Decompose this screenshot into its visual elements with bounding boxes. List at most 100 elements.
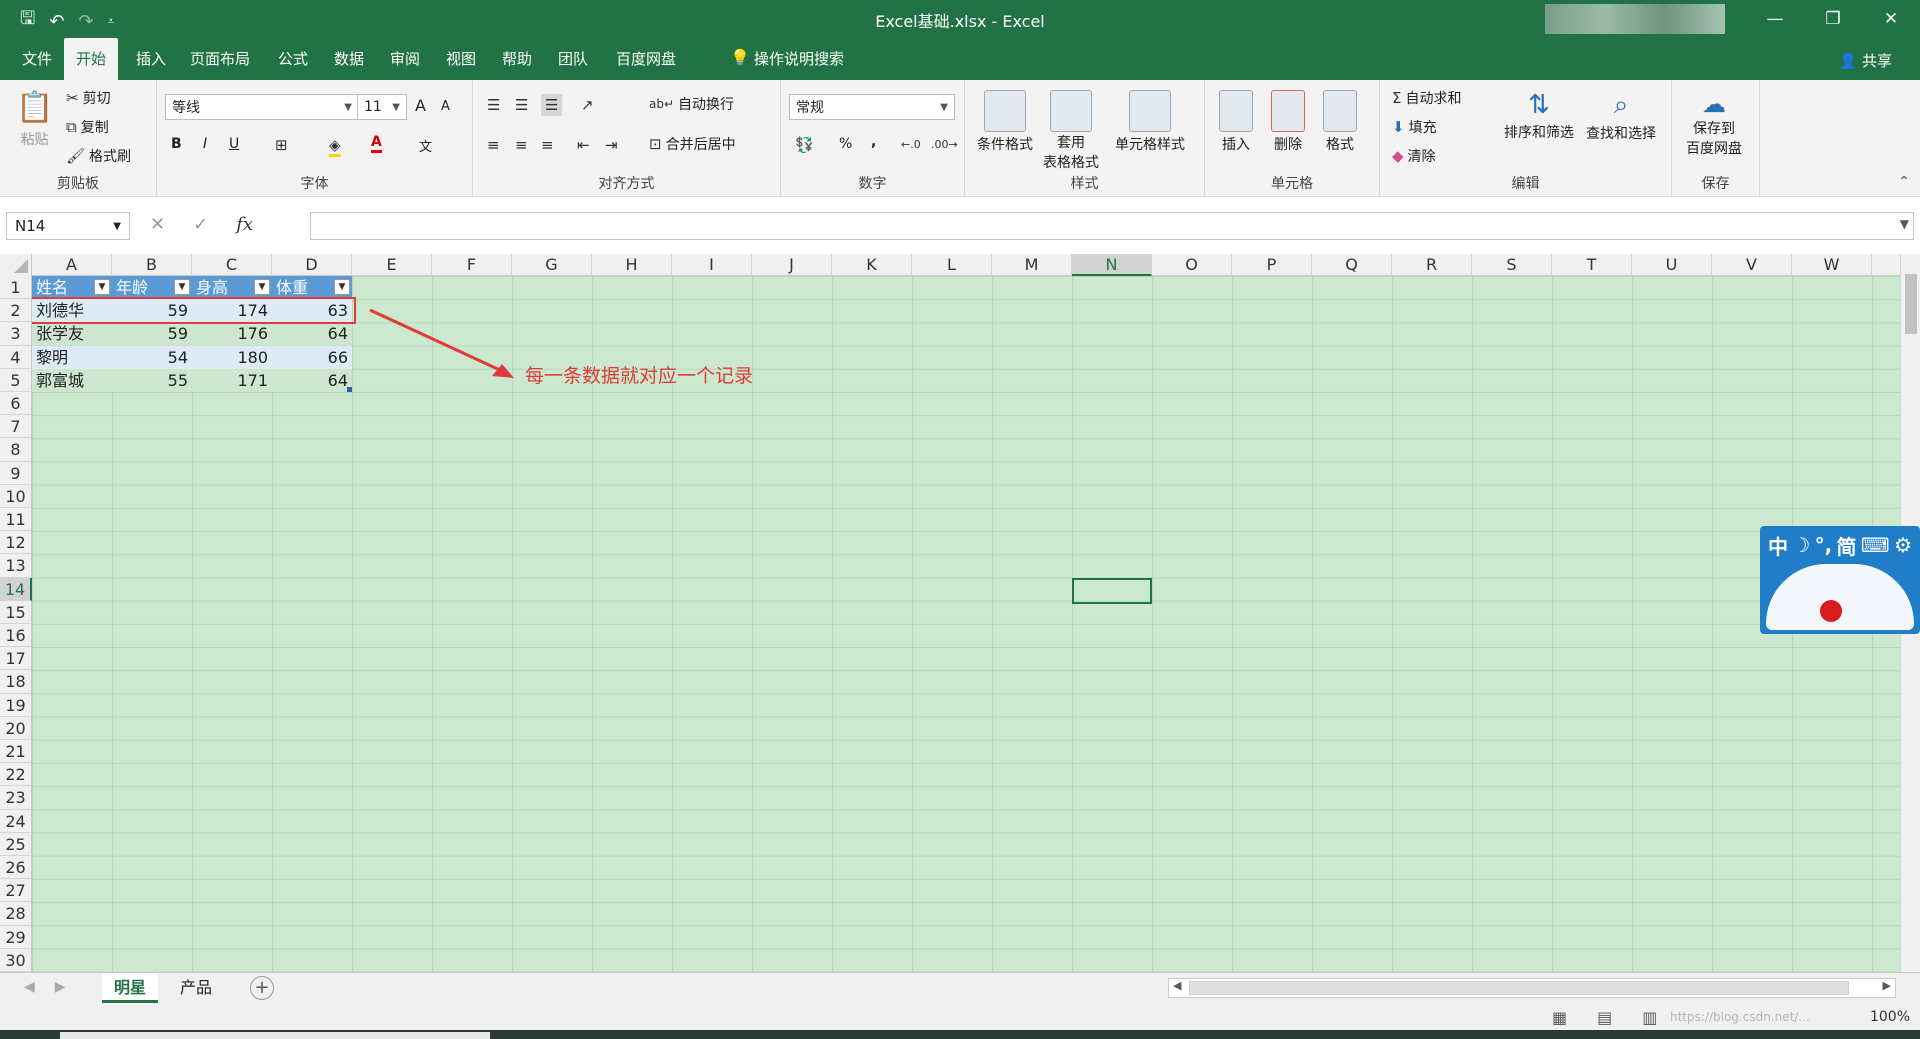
fill-button[interactable]: ⬇ 填充 [1392, 117, 1437, 137]
row-header[interactable]: 21 [0, 740, 32, 764]
row-header[interactable]: 9 [0, 461, 32, 485]
autosum-button[interactable]: Σ 自动求和 [1392, 88, 1461, 108]
tab-6[interactable]: 审阅 [378, 38, 432, 80]
row-header[interactable]: 7 [0, 415, 32, 439]
row-header[interactable]: 14 [0, 577, 32, 601]
filter-dropdown-icon[interactable]: ▼ [334, 279, 350, 295]
table-cell[interactable]: 176 [192, 322, 272, 345]
row-header[interactable]: 2 [0, 299, 32, 323]
decrease-decimal-button[interactable]: .00→ [931, 138, 958, 151]
column-header[interactable]: Q [1312, 254, 1392, 276]
format-cells-button[interactable]: 格式 [1323, 90, 1357, 154]
format-as-table-button[interactable]: 套用 表格格式 [1043, 90, 1099, 172]
select-all-corner[interactable] [0, 254, 32, 276]
row-header[interactable]: 5 [0, 368, 32, 392]
borders-button[interactable]: ⊞ [275, 136, 288, 154]
find-select-button[interactable]: ⌕ 查找和选择 [1586, 90, 1656, 143]
filter-dropdown-icon[interactable]: ▼ [94, 279, 110, 295]
wrap-text-button[interactable]: ab↵ 自动换行 [649, 94, 734, 114]
phonetic-button[interactable]: 文 [419, 136, 432, 155]
row-header[interactable]: 27 [0, 879, 32, 903]
table-cell[interactable]: 54 [112, 346, 192, 369]
align-bottom-button[interactable]: ☰ [541, 94, 563, 116]
sheet-tab[interactable]: 产品 [168, 973, 224, 1003]
row-header[interactable]: 16 [0, 624, 32, 648]
sheet-tab[interactable]: 明星 [102, 973, 159, 1003]
increase-decimal-button[interactable]: ←.0 [901, 138, 921, 151]
column-header[interactable]: T [1552, 254, 1632, 276]
prev-sheet-icon[interactable]: ◀ [24, 979, 35, 995]
collapse-ribbon-icon[interactable]: ⌃ [1898, 174, 1910, 190]
number-format-dropdown[interactable]: 常规 ▼ [789, 94, 955, 120]
table-header-cell[interactable]: 体重 ▼ [272, 276, 352, 299]
column-header[interactable]: P [1232, 254, 1312, 276]
table-header-cell[interactable]: 年龄 ▼ [112, 276, 192, 299]
row-header[interactable]: 10 [0, 484, 32, 508]
column-header[interactable]: V [1712, 254, 1792, 276]
name-box[interactable]: N14 ▼ [6, 212, 130, 240]
format-painter-button[interactable]: 🖌 格式刷 [66, 146, 131, 166]
font-name-dropdown[interactable]: 等线 ▼ [165, 94, 359, 120]
table-cell[interactable]: 171 [192, 369, 272, 392]
table-cell[interactable]: 66 [272, 346, 352, 369]
column-header[interactable]: G [512, 254, 592, 276]
percent-button[interactable]: % [839, 136, 852, 152]
row-header[interactable]: 29 [0, 925, 32, 949]
row-header[interactable]: 12 [0, 531, 32, 555]
row-header[interactable]: 11 [0, 508, 32, 532]
merge-center-button[interactable]: ⊡ 合并后居中 [649, 134, 736, 154]
scroll-thumb[interactable] [1905, 274, 1917, 334]
column-header[interactable]: U [1632, 254, 1712, 276]
copy-button[interactable]: ⧉ 复制 [66, 117, 109, 137]
conditional-formatting-button[interactable]: 条件格式 [977, 90, 1033, 154]
tab-0[interactable]: 文件 [10, 38, 64, 80]
table-header-cell[interactable]: 身高 ▼ [192, 276, 272, 299]
ime-simplified-icon[interactable]: 简 [1837, 531, 1857, 560]
row-header[interactable]: 20 [0, 716, 32, 740]
row-header[interactable]: 24 [0, 809, 32, 833]
table-header-cell[interactable]: 姓名 ▼ [32, 276, 112, 299]
table-cell[interactable]: 郭富城 [32, 369, 112, 392]
cut-button[interactable]: ✂ 剪切 [66, 88, 111, 108]
page-layout-view-icon[interactable]: ▤ [1597, 1008, 1612, 1027]
decrease-indent-button[interactable]: ⇤ [577, 136, 590, 154]
filter-dropdown-icon[interactable]: ▼ [174, 279, 190, 295]
column-header[interactable]: J [752, 254, 832, 276]
tab-3[interactable]: 页面布局 [178, 38, 262, 80]
row-header[interactable]: 6 [0, 392, 32, 416]
align-center-button[interactable]: ≡ [515, 136, 528, 154]
scroll-right-icon[interactable]: ▶ [1883, 979, 1891, 992]
font-size-dropdown[interactable]: 11 ▼ [357, 94, 407, 120]
column-header[interactable]: H [592, 254, 672, 276]
cell-styles-button[interactable]: 单元格样式 [1115, 90, 1185, 154]
row-header[interactable]: 17 [0, 647, 32, 671]
save-to-baidu-button[interactable]: ☁ 保存到 百度网盘 [1686, 90, 1742, 158]
italic-button[interactable]: I [203, 136, 207, 152]
column-header[interactable]: N [1072, 254, 1152, 276]
ime-keyboard-icon[interactable]: ⌨ [1861, 533, 1890, 557]
shrink-font-button[interactable]: A [441, 99, 450, 114]
ime-gear-icon[interactable]: ⚙ [1894, 533, 1912, 557]
row-header[interactable]: 30 [0, 948, 32, 972]
column-header[interactable]: A [32, 254, 112, 276]
column-header[interactable]: K [832, 254, 912, 276]
column-header[interactable]: L [912, 254, 992, 276]
table-cell[interactable]: 黎明 [32, 346, 112, 369]
underline-button[interactable]: U [229, 136, 239, 152]
tab-10[interactable]: 百度网盘 [604, 38, 688, 80]
page-break-view-icon[interactable]: ▥ [1642, 1008, 1657, 1027]
column-header[interactable]: R [1392, 254, 1472, 276]
comma-button[interactable]: , [871, 134, 876, 150]
column-header[interactable]: S [1472, 254, 1552, 276]
row-header[interactable]: 15 [0, 600, 32, 624]
tab-8[interactable]: 帮助 [490, 38, 544, 80]
tab-2[interactable]: 插入 [124, 38, 178, 80]
cancel-icon[interactable]: ✕ [150, 214, 165, 235]
row-header[interactable]: 18 [0, 670, 32, 694]
horizontal-scrollbar[interactable]: ◀ ▶ [1168, 978, 1896, 998]
minimize-icon[interactable]: — [1746, 0, 1804, 38]
row-header[interactable]: 4 [0, 345, 32, 369]
row-header[interactable]: 13 [0, 554, 32, 578]
tab-9[interactable]: 团队 [546, 38, 600, 80]
filter-dropdown-icon[interactable]: ▼ [254, 279, 270, 295]
